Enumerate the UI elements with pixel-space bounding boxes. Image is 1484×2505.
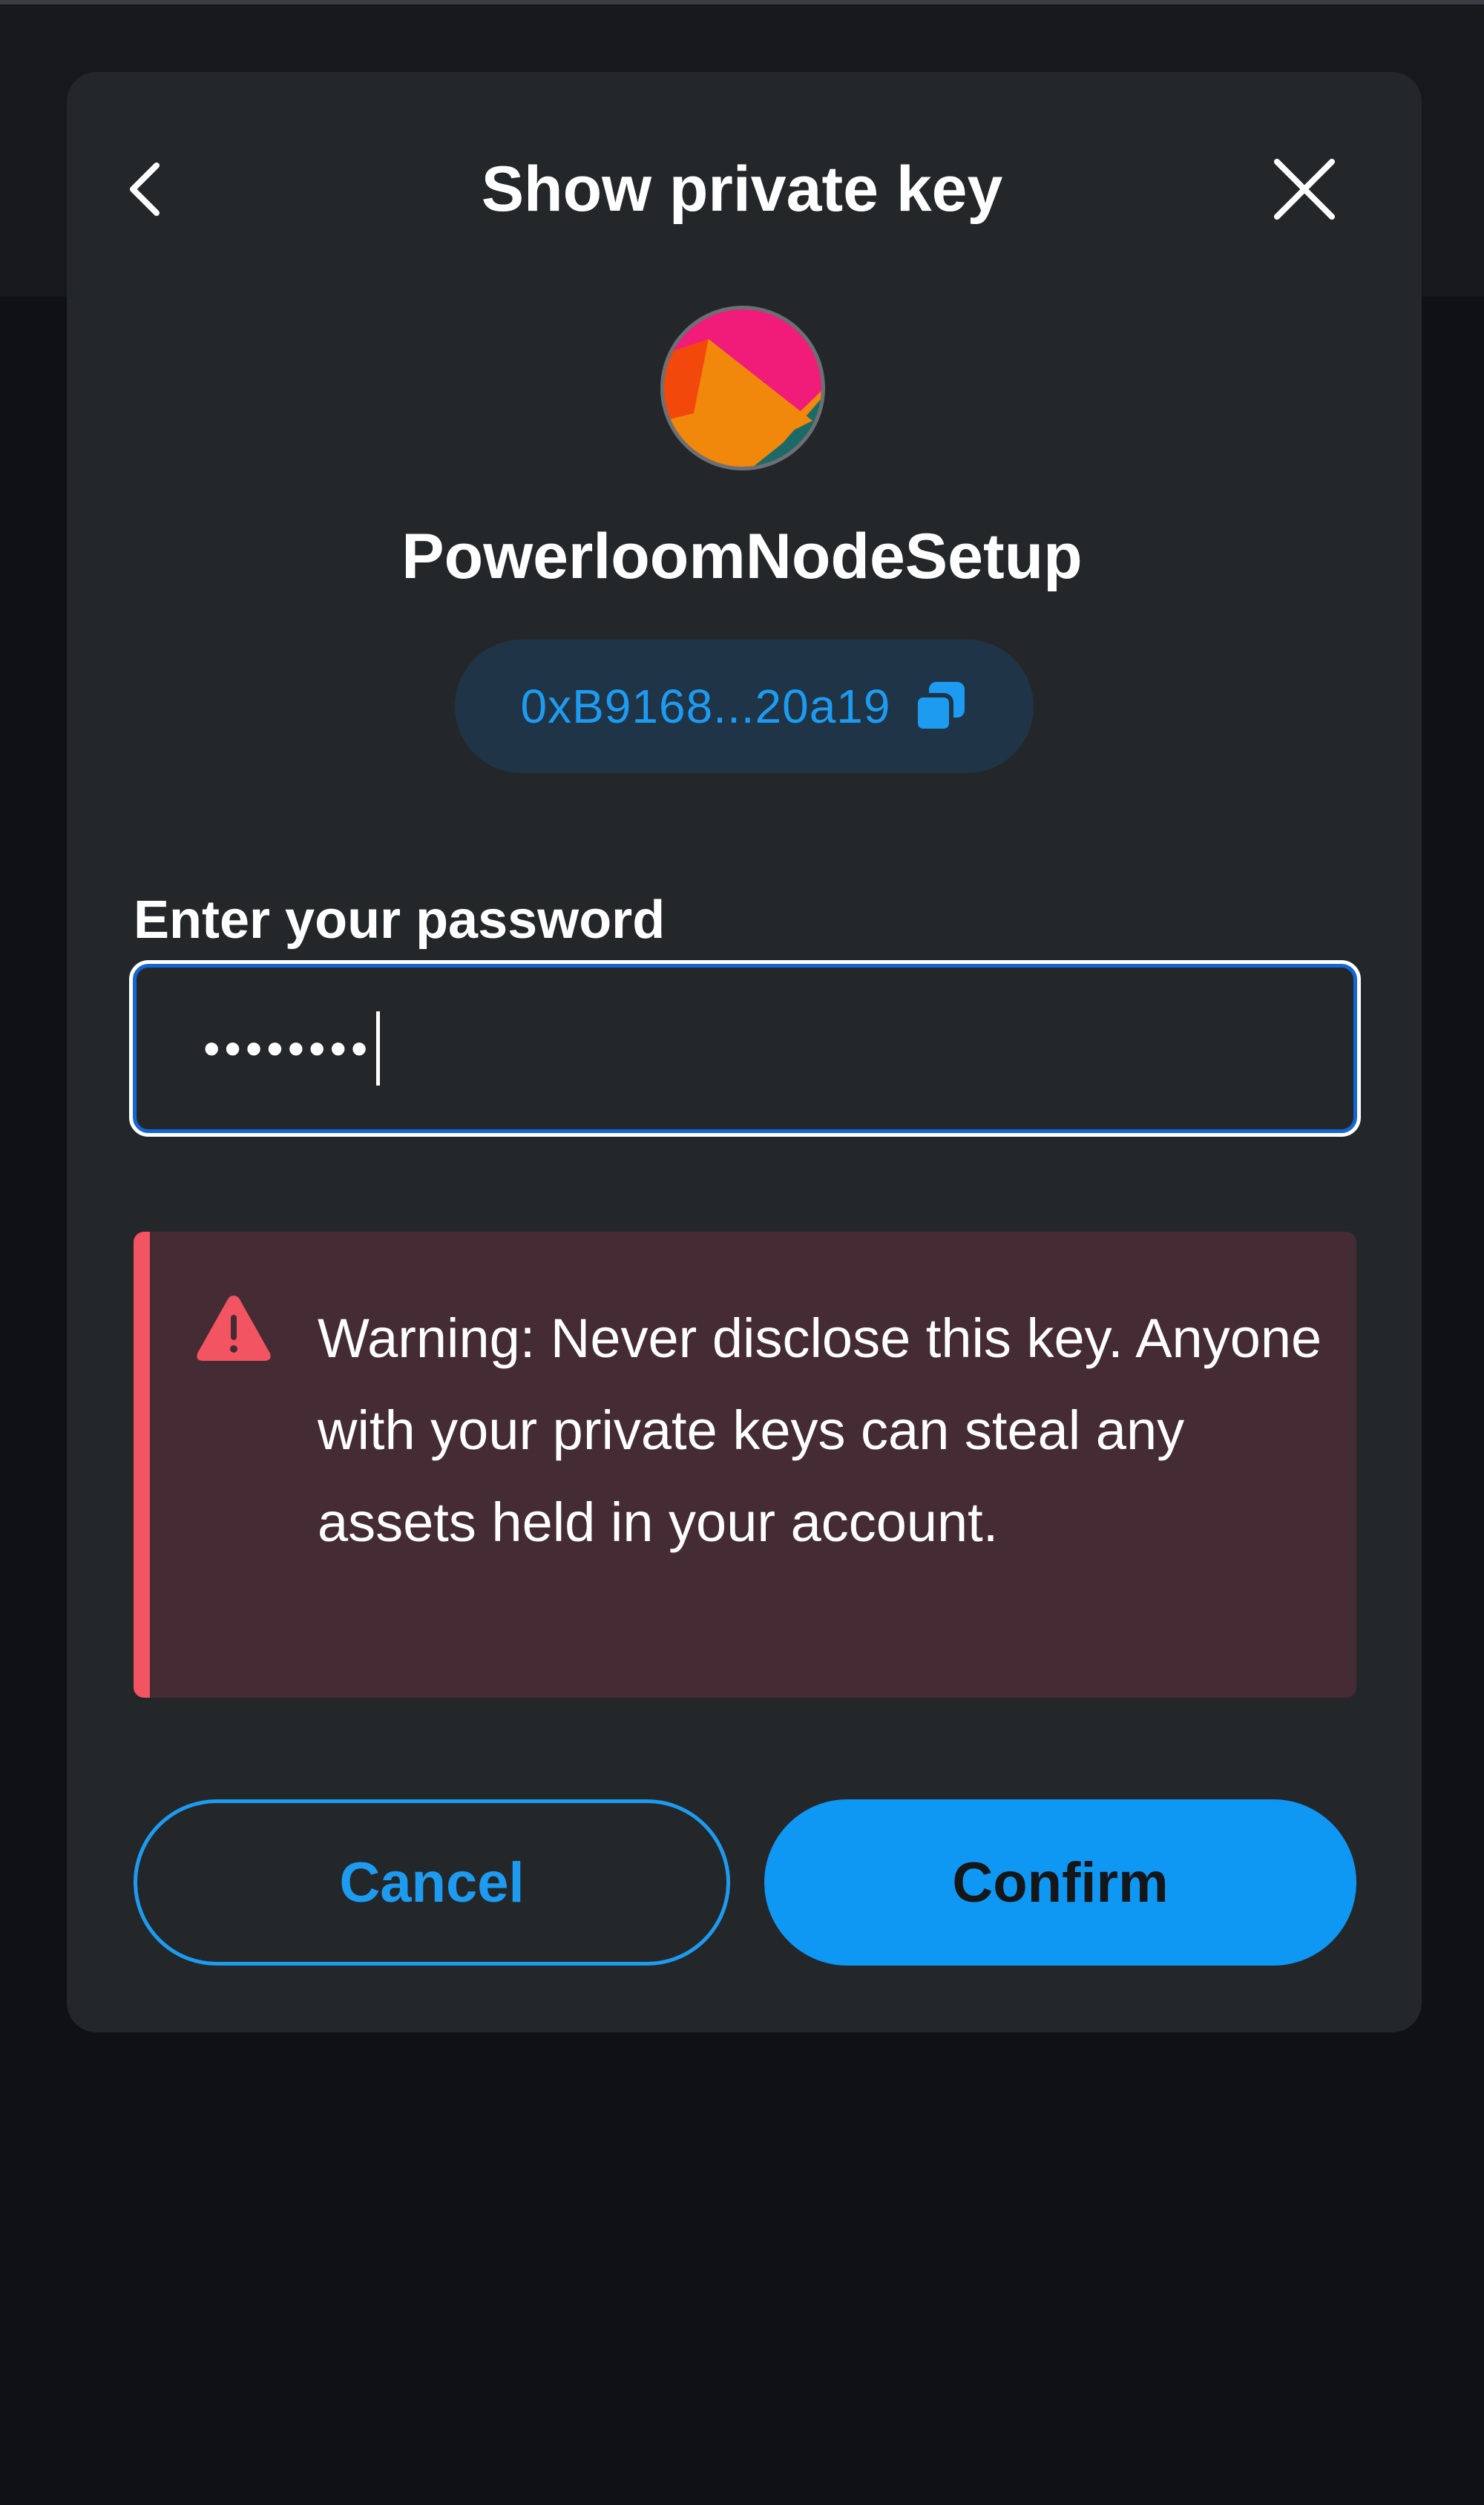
warning-text: Warning: Never disclose this key. Anyone… xyxy=(318,1307,1322,1553)
warning-banner: Warning: Never disclose this key. Anyone… xyxy=(134,1232,1356,1698)
cancel-button[interactable]: Cancel xyxy=(134,1799,730,1966)
warning-triangle-icon xyxy=(197,1296,271,1361)
text-caret xyxy=(376,1011,381,1086)
copy-icon xyxy=(913,682,965,733)
password-label: Enter your password xyxy=(134,890,666,950)
password-input[interactable]: •••••••• xyxy=(129,960,1361,1137)
confirm-button[interactable]: Confirm xyxy=(764,1799,1356,1966)
close-button[interactable] xyxy=(1264,148,1345,230)
account-avatar xyxy=(660,306,825,470)
address-copy-button[interactable]: 0xB9168...20a19 xyxy=(455,640,1034,773)
warning-accent-bar xyxy=(134,1232,150,1698)
jazzicon-avatar-icon xyxy=(664,309,821,467)
close-icon xyxy=(1274,159,1335,220)
account-name: PowerloomNodeSetup xyxy=(401,521,1083,592)
dialog-title: Show private key xyxy=(481,154,1003,225)
account-address: 0xB9168...20a19 xyxy=(520,680,891,733)
password-value: •••••••• xyxy=(203,1022,372,1075)
